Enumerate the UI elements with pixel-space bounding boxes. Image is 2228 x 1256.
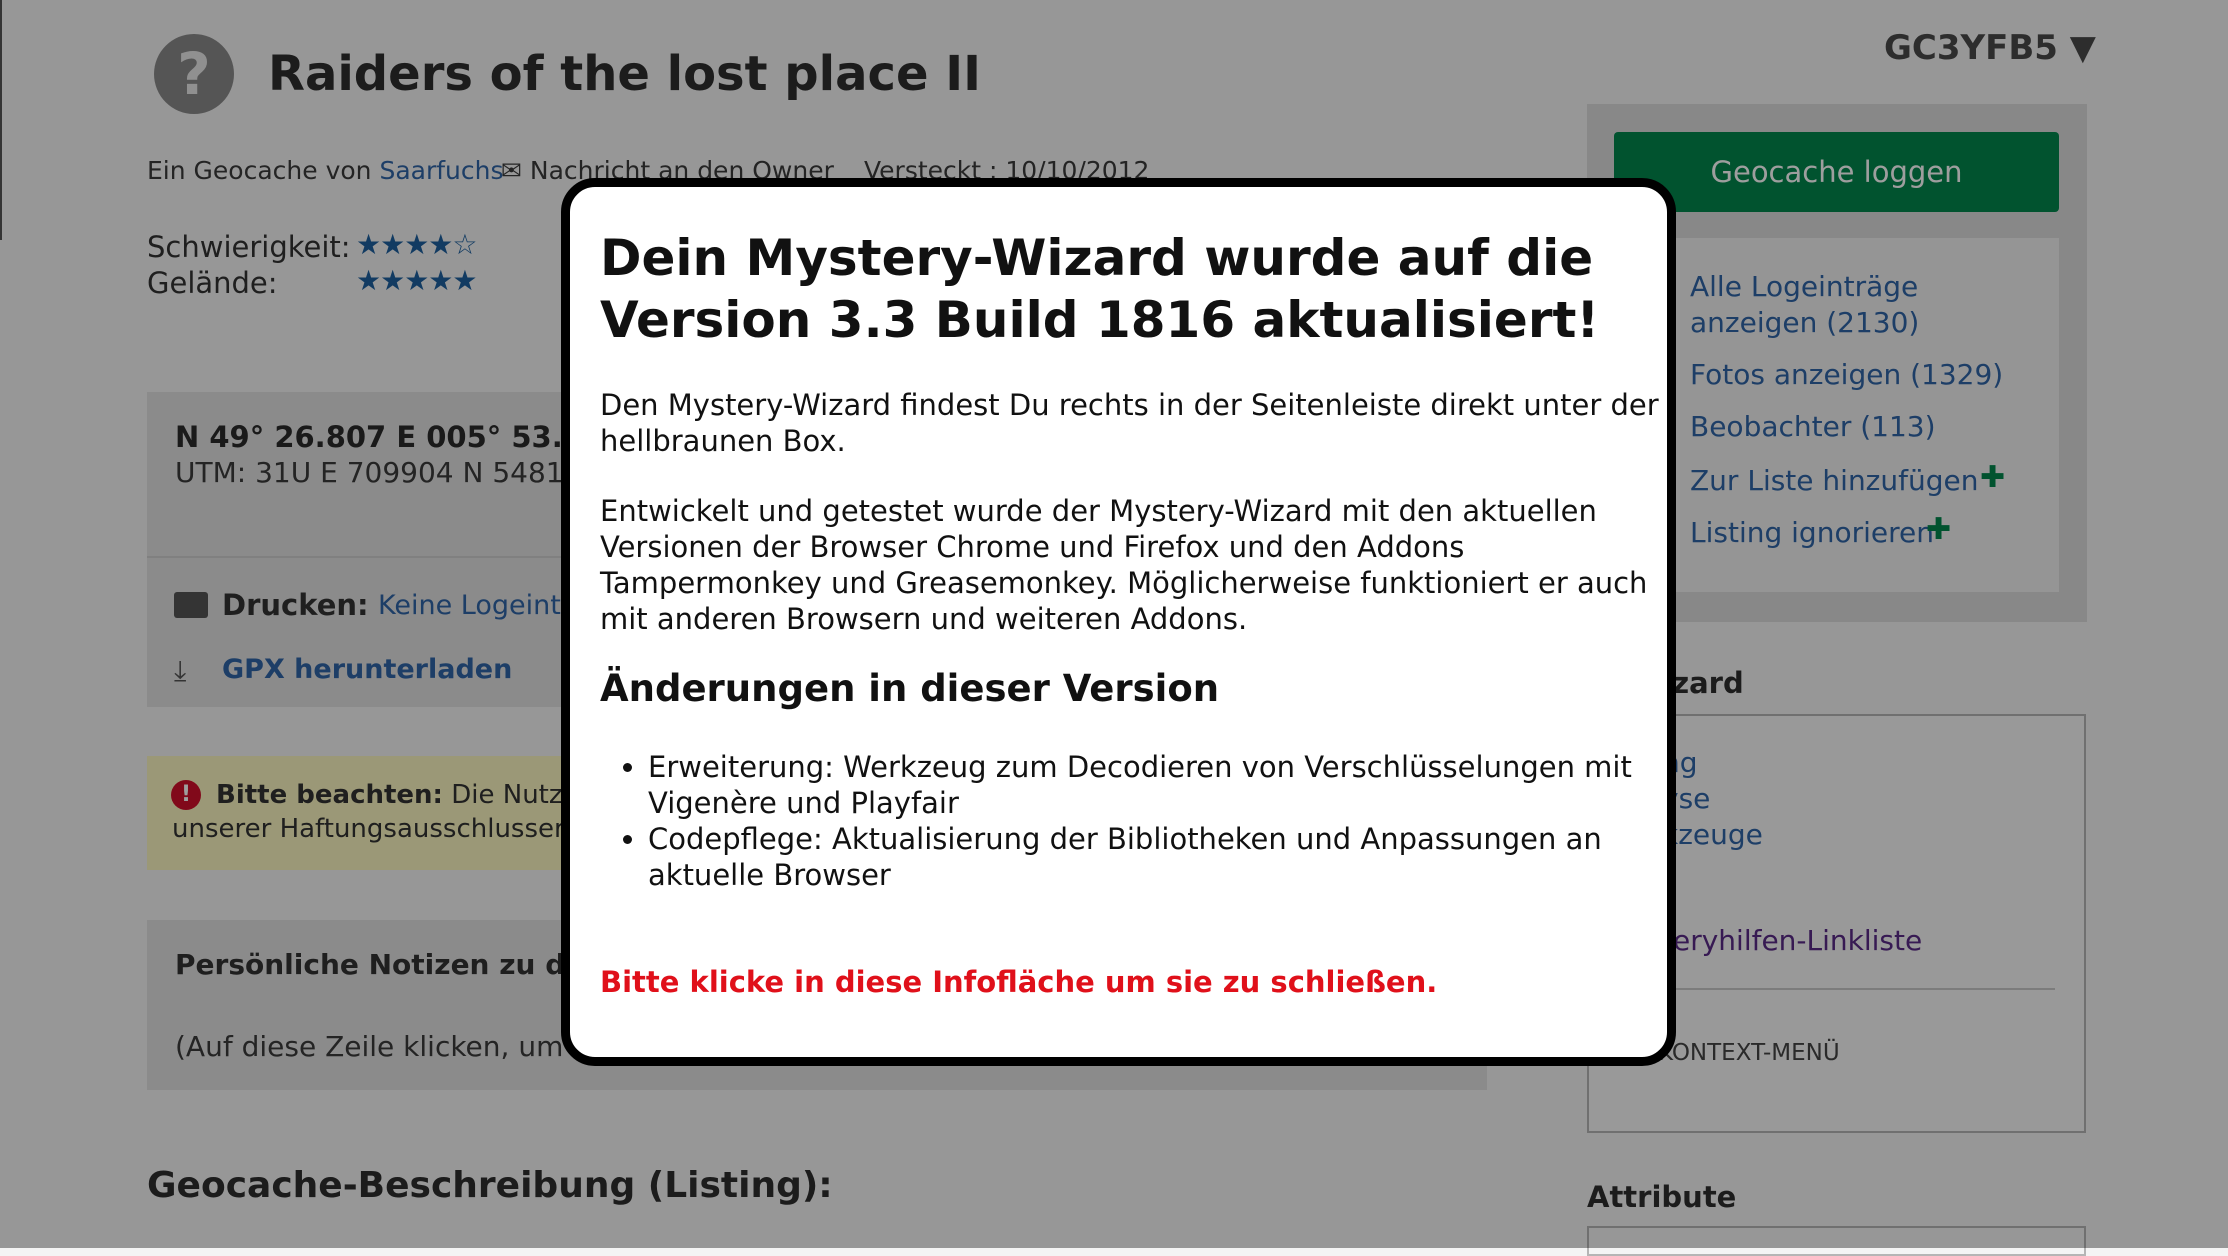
close-hint[interactable]: Bitte klicke in diese Infofläche um sie … xyxy=(600,965,1437,999)
changes-list: Erweiterung: Werkzeug zum Decodieren von… xyxy=(600,749,1708,893)
update-info-dialog[interactable]: Dein Mystery-Wizard wurde auf die Versio… xyxy=(561,178,1676,1066)
dialog-paragraph: Entwickelt und getestet wurde der Myster… xyxy=(600,494,1648,636)
dialog-paragraph: Den Mystery-Wizard findest Du rechts in … xyxy=(600,388,1659,458)
list-item: Codepflege: Aktualisierung der Bibliothe… xyxy=(648,821,1708,893)
dialog-title: Dein Mystery-Wizard wurde auf die Versio… xyxy=(600,229,1600,349)
changes-heading: Änderungen in dieser Version xyxy=(600,667,1220,710)
list-item: Erweiterung: Werkzeug zum Decodieren von… xyxy=(648,749,1708,821)
